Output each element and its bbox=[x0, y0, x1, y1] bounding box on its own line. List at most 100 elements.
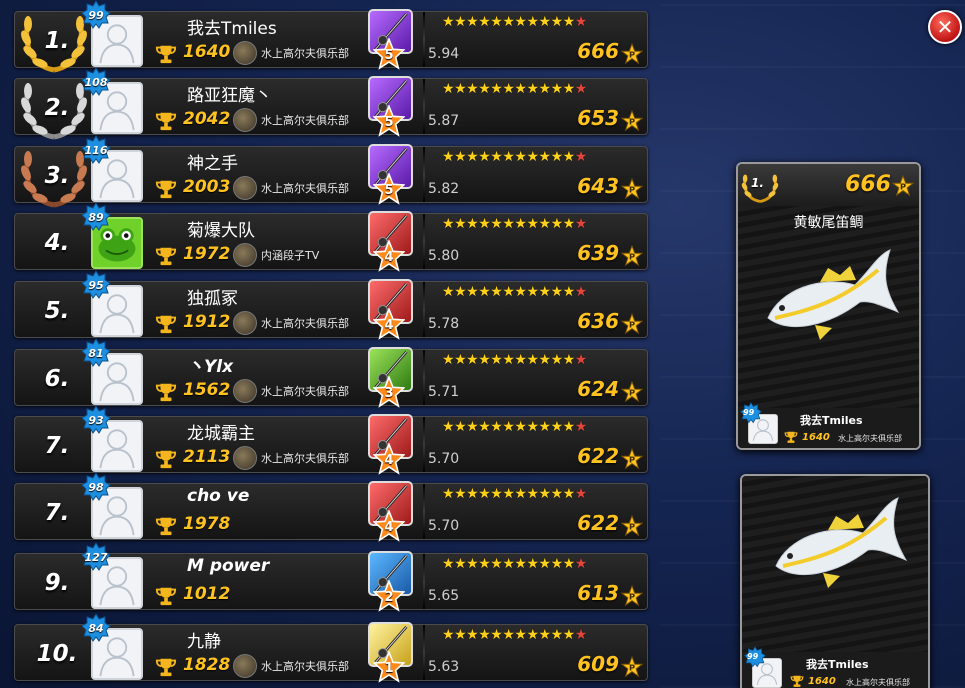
rating-star-icon: ★ bbox=[514, 556, 527, 572]
rating-star-icon: ★ bbox=[502, 81, 515, 97]
club-name: 内涵段子TV bbox=[261, 249, 320, 262]
rod-level: 3 bbox=[384, 385, 394, 401]
catch-points: 666 bbox=[577, 39, 619, 63]
rating-star-icon: ★ bbox=[442, 81, 455, 97]
rod-level: 5 bbox=[384, 114, 394, 130]
fish-weight: 5.70 bbox=[428, 518, 460, 534]
fish-name: 黄敏尾笛鲷 bbox=[793, 215, 864, 231]
fish-photo-area bbox=[742, 476, 928, 652]
player-name: 神之手 bbox=[187, 154, 238, 174]
level-badge: 93 bbox=[81, 405, 111, 435]
svg-text:P: P bbox=[629, 117, 635, 127]
level-badge: 127 bbox=[81, 542, 111, 572]
trophy-icon bbox=[790, 675, 804, 687]
points-star-icon: P bbox=[621, 448, 643, 470]
rating-star-icon: ★ bbox=[442, 352, 455, 368]
catch-detail-card-secondary[interactable]: 99 我去Tmiles 1640 水上高尔夫俱乐部 bbox=[740, 474, 930, 688]
rod-level-star: 4 bbox=[372, 239, 406, 272]
divider bbox=[423, 350, 425, 405]
player-score: 2042 bbox=[183, 109, 231, 129]
rating-star-icon: ★ bbox=[538, 14, 552, 30]
rating-star-icon: ★ bbox=[550, 14, 564, 30]
star-rating: ★★★★★★★★★★★★ bbox=[442, 484, 587, 504]
rating-star-icon: ★ bbox=[514, 284, 527, 300]
leaderboard-row[interactable]: 1. 99 我去Tmiles 1640 水上高尔夫俱乐部 5 ★★★★★★★★★★★★ 5.9… bbox=[14, 0, 648, 73]
club-name: 水上高尔夫俱乐部 bbox=[261, 182, 349, 195]
rating-star-icon: ★ bbox=[574, 627, 588, 643]
rating-star-icon: ★ bbox=[490, 81, 503, 97]
divider bbox=[423, 12, 425, 67]
level-number: 81 bbox=[88, 346, 104, 360]
rod-level-star: 5 bbox=[372, 104, 406, 137]
trophy-icon bbox=[155, 45, 177, 64]
leaderboard-row[interactable]: 7. 98 cho ve 1978 4 ★★★★★★★★★★★★ 5.70 622 P bbox=[14, 472, 648, 542]
catch-points: 613 bbox=[577, 581, 619, 605]
divider bbox=[423, 79, 425, 134]
svg-text:P: P bbox=[900, 182, 906, 192]
rating-star-icon: ★ bbox=[490, 419, 503, 435]
rating-star-icon: ★ bbox=[562, 216, 576, 232]
rating-star-icon: ★ bbox=[562, 352, 576, 368]
rating-star-icon: ★ bbox=[478, 149, 491, 165]
club-emblem-icon bbox=[233, 311, 257, 335]
level-badge: 116 bbox=[81, 135, 111, 165]
rating-star-icon: ★ bbox=[454, 284, 467, 300]
leaderboard-row[interactable]: 5. 95 独孤冢 1912 水上高尔夫俱乐部 4 ★★★★★★★★★★★★ 5.78 636 P bbox=[14, 270, 648, 340]
trophy-icon bbox=[155, 383, 177, 402]
rating-star-icon: ★ bbox=[574, 556, 588, 572]
rating-star-icon: ★ bbox=[490, 216, 503, 232]
level-number: 89 bbox=[88, 210, 104, 224]
star-rating: ★★★★★★★★★★★★ bbox=[442, 79, 587, 99]
rod-level: 4 bbox=[384, 452, 394, 468]
trophy-icon bbox=[155, 450, 177, 469]
player-name: M power bbox=[187, 556, 270, 576]
rating-star-icon: ★ bbox=[574, 284, 588, 300]
catch-detail-card[interactable]: 1. 666 P 黄敏尾笛鲷 99 我去Tmiles 1640 水上高尔夫俱乐部 bbox=[736, 162, 921, 450]
rating-star-icon: ★ bbox=[538, 352, 552, 368]
rating-star-icon: ★ bbox=[550, 81, 564, 97]
rating-star-icon: ★ bbox=[466, 81, 479, 97]
leaderboard-row[interactable]: 7. 93 龙城霸主 2113 水上高尔夫俱乐部 4 ★★★★★★★★★★★★ 5.70 622… bbox=[14, 405, 648, 475]
rod-level-star: 5 bbox=[372, 37, 406, 70]
card-club: 水上高尔夫俱乐部 bbox=[846, 678, 910, 687]
points-star-icon: P bbox=[621, 656, 643, 678]
card-points: 666 bbox=[845, 172, 891, 197]
rating-star-icon: ★ bbox=[478, 419, 491, 435]
rating-star-icon: ★ bbox=[490, 486, 503, 502]
club-name: 水上高尔夫俱乐部 bbox=[261, 47, 349, 60]
fish-photo-area: 黄敏尾笛鲷 bbox=[738, 206, 919, 408]
leaderboard-row[interactable]: 6. 81 丶Ylx 1562 水上高尔夫俱乐部 3 ★★★★★★★★★★★★ 5.71 624… bbox=[14, 338, 648, 408]
rating-star-icon: ★ bbox=[574, 216, 588, 232]
rating-star-icon: ★ bbox=[574, 81, 588, 97]
rod-level: 2 bbox=[384, 589, 394, 605]
player-name: 丶Ylx bbox=[187, 357, 234, 377]
star-rating: ★★★★★★★★★★★★ bbox=[442, 625, 587, 645]
rating-star-icon: ★ bbox=[478, 81, 491, 97]
rating-star-icon: ★ bbox=[538, 149, 552, 165]
club-emblem-icon bbox=[233, 243, 257, 267]
level-badge: 99 bbox=[81, 0, 111, 30]
leaderboard-row[interactable]: 3. 116 神之手 2003 水上高尔夫俱乐部 5 ★★★★★★★★★★★★ 5.82 643… bbox=[14, 135, 648, 208]
star-rating: ★★★★★★★★★★★★ bbox=[442, 554, 587, 574]
rod-level-star: 3 bbox=[372, 375, 406, 408]
card-level: 99 bbox=[747, 652, 759, 661]
leaderboard-row[interactable]: 10. 84 九静 1828 水上高尔夫俱乐部 1 ★★★★★★★★★★★★ 5.63 609 P bbox=[14, 613, 648, 683]
club-name: 水上高尔夫俱乐部 bbox=[261, 452, 349, 465]
rating-star-icon: ★ bbox=[502, 419, 515, 435]
rating-star-icon: ★ bbox=[454, 627, 467, 643]
level-number: 93 bbox=[88, 413, 104, 427]
star-rating: ★★★★★★★★★★★★ bbox=[442, 282, 587, 302]
player-score: 1828 bbox=[183, 655, 231, 675]
rating-star-icon: ★ bbox=[514, 81, 527, 97]
leaderboard-row[interactable]: 2. 108 路亚狂魔丶 2042 水上高尔夫俱乐部 5 ★★★★★★★★★★★★ 5.87 6… bbox=[14, 67, 648, 140]
player-score: 1978 bbox=[183, 514, 231, 534]
rating-star-icon: ★ bbox=[514, 419, 527, 435]
rating-star-icon: ★ bbox=[514, 352, 527, 368]
rating-star-icon: ★ bbox=[514, 627, 527, 643]
divider bbox=[423, 625, 425, 680]
rating-star-icon: ★ bbox=[478, 352, 491, 368]
leaderboard-row[interactable]: 4. 89 菊爆大队 1972 内涵段子TV 4 ★★★★★★★★★★★★ 5.80 639 P bbox=[14, 202, 648, 272]
leaderboard-row[interactable]: 9. 127 M power 1012 2 ★★★★★★★★★★★★ 5.65 613 P bbox=[14, 542, 648, 612]
fish-image bbox=[775, 497, 908, 588]
close-button[interactable]: ✕ bbox=[928, 10, 962, 44]
